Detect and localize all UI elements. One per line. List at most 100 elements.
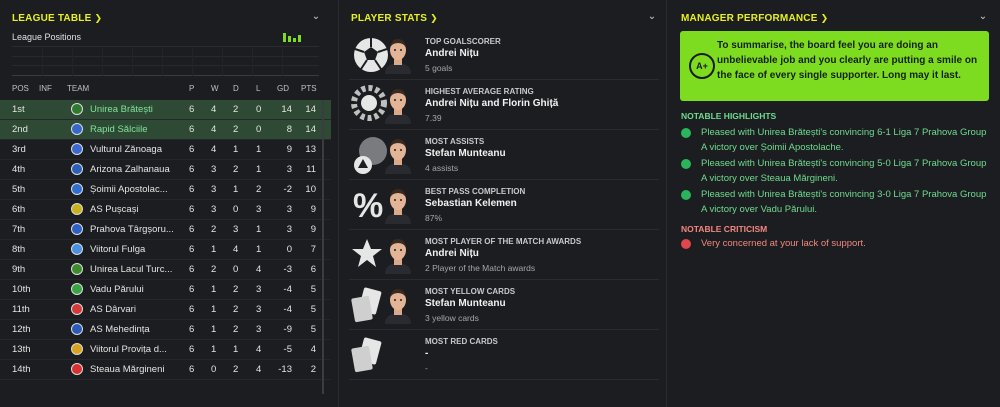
highlight-text: Pleased with Unirea Brătești's convincin… — [701, 189, 987, 215]
table-row[interactable]: 4th Arizona Zalhanaua 6 3 2 1 3 11 — [0, 160, 331, 180]
stat-row[interactable]: % BEST PASS COMPLETION Sebastian Kelemen 87… — [349, 181, 659, 230]
stat-player-name[interactable]: Andrei Nițu — [425, 248, 479, 259]
team-name-cell[interactable]: Arizona Zalhanaua — [90, 164, 180, 175]
header-inf[interactable]: INF — [39, 84, 52, 93]
won-cell: 3 — [211, 204, 217, 215]
header-p[interactable]: P — [189, 84, 194, 93]
collapse-icon[interactable]: ⌄ — [309, 10, 323, 24]
stat-row[interactable]: HIGHEST AVERAGE RATING Andrei Nițu and Fl… — [349, 81, 659, 130]
stat-row[interactable]: MOST YELLOW CARDS Stefan Munteanu 3 yellow… — [349, 281, 659, 330]
league-table-title-text: LEAGUE TABLE — [12, 13, 92, 24]
lost-cell: 3 — [256, 204, 262, 215]
player-avatar[interactable] — [383, 84, 413, 124]
drawn-cell: 2 — [233, 124, 239, 135]
drawn-cell: 2 — [233, 324, 239, 335]
goal-difference-cell: -3 — [283, 264, 292, 275]
player-avatar[interactable] — [383, 184, 413, 224]
club-badge-icon — [71, 283, 83, 295]
manager-performance-title[interactable]: MANAGER PERFORMANCE ❯ — [681, 13, 828, 24]
stat-player-name[interactable]: Andrei Nițu — [425, 48, 479, 59]
stat-player-name[interactable]: Stefan Munteanu — [425, 148, 506, 159]
points-cell: 11 — [306, 164, 316, 175]
stat-label: TOP GOALSCORER — [425, 37, 501, 46]
stat-row[interactable]: TOP GOALSCORER Andrei Nițu 5 goals — [349, 31, 659, 80]
table-row[interactable]: 11th AS Dârvari 6 1 2 3 -4 5 — [0, 300, 331, 320]
team-name-cell[interactable]: Vulturul Zănoaga — [90, 144, 180, 155]
drawn-cell: 2 — [233, 164, 239, 175]
header-w[interactable]: W — [211, 84, 219, 93]
team-name-cell[interactable]: Prahova Târgșoru... — [90, 224, 180, 235]
won-cell: 1 — [211, 304, 217, 315]
table-row[interactable]: 13th Viitorul Provița d... 6 1 1 4 -5 4 — [0, 340, 331, 360]
team-name-cell[interactable]: Unirea Brătești — [90, 104, 180, 115]
team-name-cell[interactable]: Steaua Mărgineni — [90, 364, 180, 375]
lost-cell: 3 — [256, 304, 262, 315]
stat-row[interactable]: MOST ASSISTS Stefan Munteanu 4 assists — [349, 131, 659, 180]
player-stats-title-text: PLAYER STATS — [351, 13, 428, 24]
points-cell: 10 — [305, 184, 316, 195]
league-positions-chart — [12, 46, 319, 76]
table-row[interactable]: 8th Viitorul Fulga 6 1 4 1 0 7 — [0, 240, 331, 260]
position-cell: 10th — [12, 284, 31, 295]
points-cell: 6 — [310, 264, 316, 275]
header-team[interactable]: TEAM — [67, 84, 89, 93]
header-d[interactable]: D — [233, 84, 239, 93]
table-row[interactable]: 2nd Rapid Sălciile 6 4 2 0 8 14 — [0, 120, 331, 140]
team-name-cell[interactable]: AS Dârvari — [90, 304, 180, 315]
table-row[interactable]: 1st Unirea Brătești 6 4 2 0 14 14 — [0, 100, 331, 120]
table-row[interactable]: 10th Vadu Părului 6 1 2 3 -4 5 — [0, 280, 331, 300]
points-cell: 7 — [310, 244, 316, 255]
stat-player-name[interactable]: Andrei Nițu and Florin Ghiță — [425, 98, 558, 109]
team-name-cell[interactable]: AS Mehedința — [90, 324, 180, 335]
played-cell: 6 — [189, 224, 195, 235]
played-cell: 6 — [189, 244, 195, 255]
played-cell: 6 — [189, 184, 195, 195]
player-avatar[interactable] — [383, 34, 413, 74]
collapse-icon[interactable]: ⌄ — [645, 10, 659, 24]
position-cell: 2nd — [12, 124, 28, 135]
league-positions-chart-icon[interactable] — [283, 32, 303, 42]
player-avatar[interactable] — [383, 134, 413, 174]
points-cell: 5 — [310, 324, 316, 335]
team-name-cell[interactable]: Viitorul Provița d... — [90, 344, 180, 355]
stat-value: 87% — [425, 213, 443, 223]
team-name-cell[interactable]: Unirea Lacul Turc... — [90, 264, 180, 275]
collapse-icon[interactable]: ⌄ — [976, 10, 990, 24]
stat-player-name[interactable]: Stefan Munteanu — [425, 298, 506, 309]
team-name-cell[interactable]: AS Pușcași — [90, 204, 180, 215]
league-table-title[interactable]: LEAGUE TABLE ❯ — [12, 13, 102, 24]
board-summary-box: A+ To summarise, the board feel you are … — [680, 31, 989, 101]
team-name-cell[interactable]: Rapid Sălciile — [90, 124, 180, 135]
positive-icon — [681, 128, 691, 138]
stat-row[interactable]: MOST PLAYER OF THE MATCH AWARDS Andrei Ni… — [349, 231, 659, 280]
team-name-cell[interactable]: Vadu Părului — [90, 284, 180, 295]
table-row[interactable]: 9th Unirea Lacul Turc... 6 2 0 4 -3 6 — [0, 260, 331, 280]
club-badge-icon — [71, 103, 83, 115]
position-cell: 6th — [12, 204, 26, 215]
table-row[interactable]: 3rd Vulturul Zănoaga 6 4 1 1 9 13 — [0, 140, 331, 160]
header-pos[interactable]: POS — [12, 84, 29, 93]
stat-value: 5 goals — [425, 63, 453, 73]
table-row[interactable]: 6th AS Pușcași 6 3 0 3 3 9 — [0, 200, 331, 220]
header-pts[interactable]: PTS — [301, 84, 317, 93]
played-cell: 6 — [189, 304, 195, 315]
table-row[interactable]: 5th Șoimii Apostolac... 6 3 1 2 -2 10 — [0, 180, 331, 200]
points-cell: 9 — [310, 204, 316, 215]
stat-row[interactable]: MOST RED CARDS - - — [349, 331, 659, 380]
team-name-cell[interactable]: Viitorul Fulga — [90, 244, 180, 255]
player-stats-title[interactable]: PLAYER STATS ❯ — [351, 13, 438, 24]
table-row[interactable]: 14th Steaua Mărgineni 6 0 2 4 -13 2 — [0, 360, 331, 380]
player-avatar[interactable] — [383, 234, 413, 274]
stat-player-name[interactable]: Sebastian Kelemen — [425, 198, 517, 209]
club-badge-icon — [71, 123, 83, 135]
stat-label: MOST ASSISTS — [425, 137, 485, 146]
player-avatar[interactable] — [383, 284, 413, 324]
table-row[interactable]: 12th AS Mehedința 6 1 2 3 -9 5 — [0, 320, 331, 340]
team-name-cell[interactable]: Șoimii Apostolac... — [90, 184, 180, 195]
table-scrollbar[interactable] — [322, 100, 324, 394]
header-gd[interactable]: GD — [277, 84, 289, 93]
table-row[interactable]: 7th Prahova Târgșoru... 6 2 3 1 3 9 — [0, 220, 331, 240]
goal-difference-cell: -2 — [283, 184, 292, 195]
header-l[interactable]: L — [256, 84, 260, 93]
club-badge-icon — [71, 243, 83, 255]
